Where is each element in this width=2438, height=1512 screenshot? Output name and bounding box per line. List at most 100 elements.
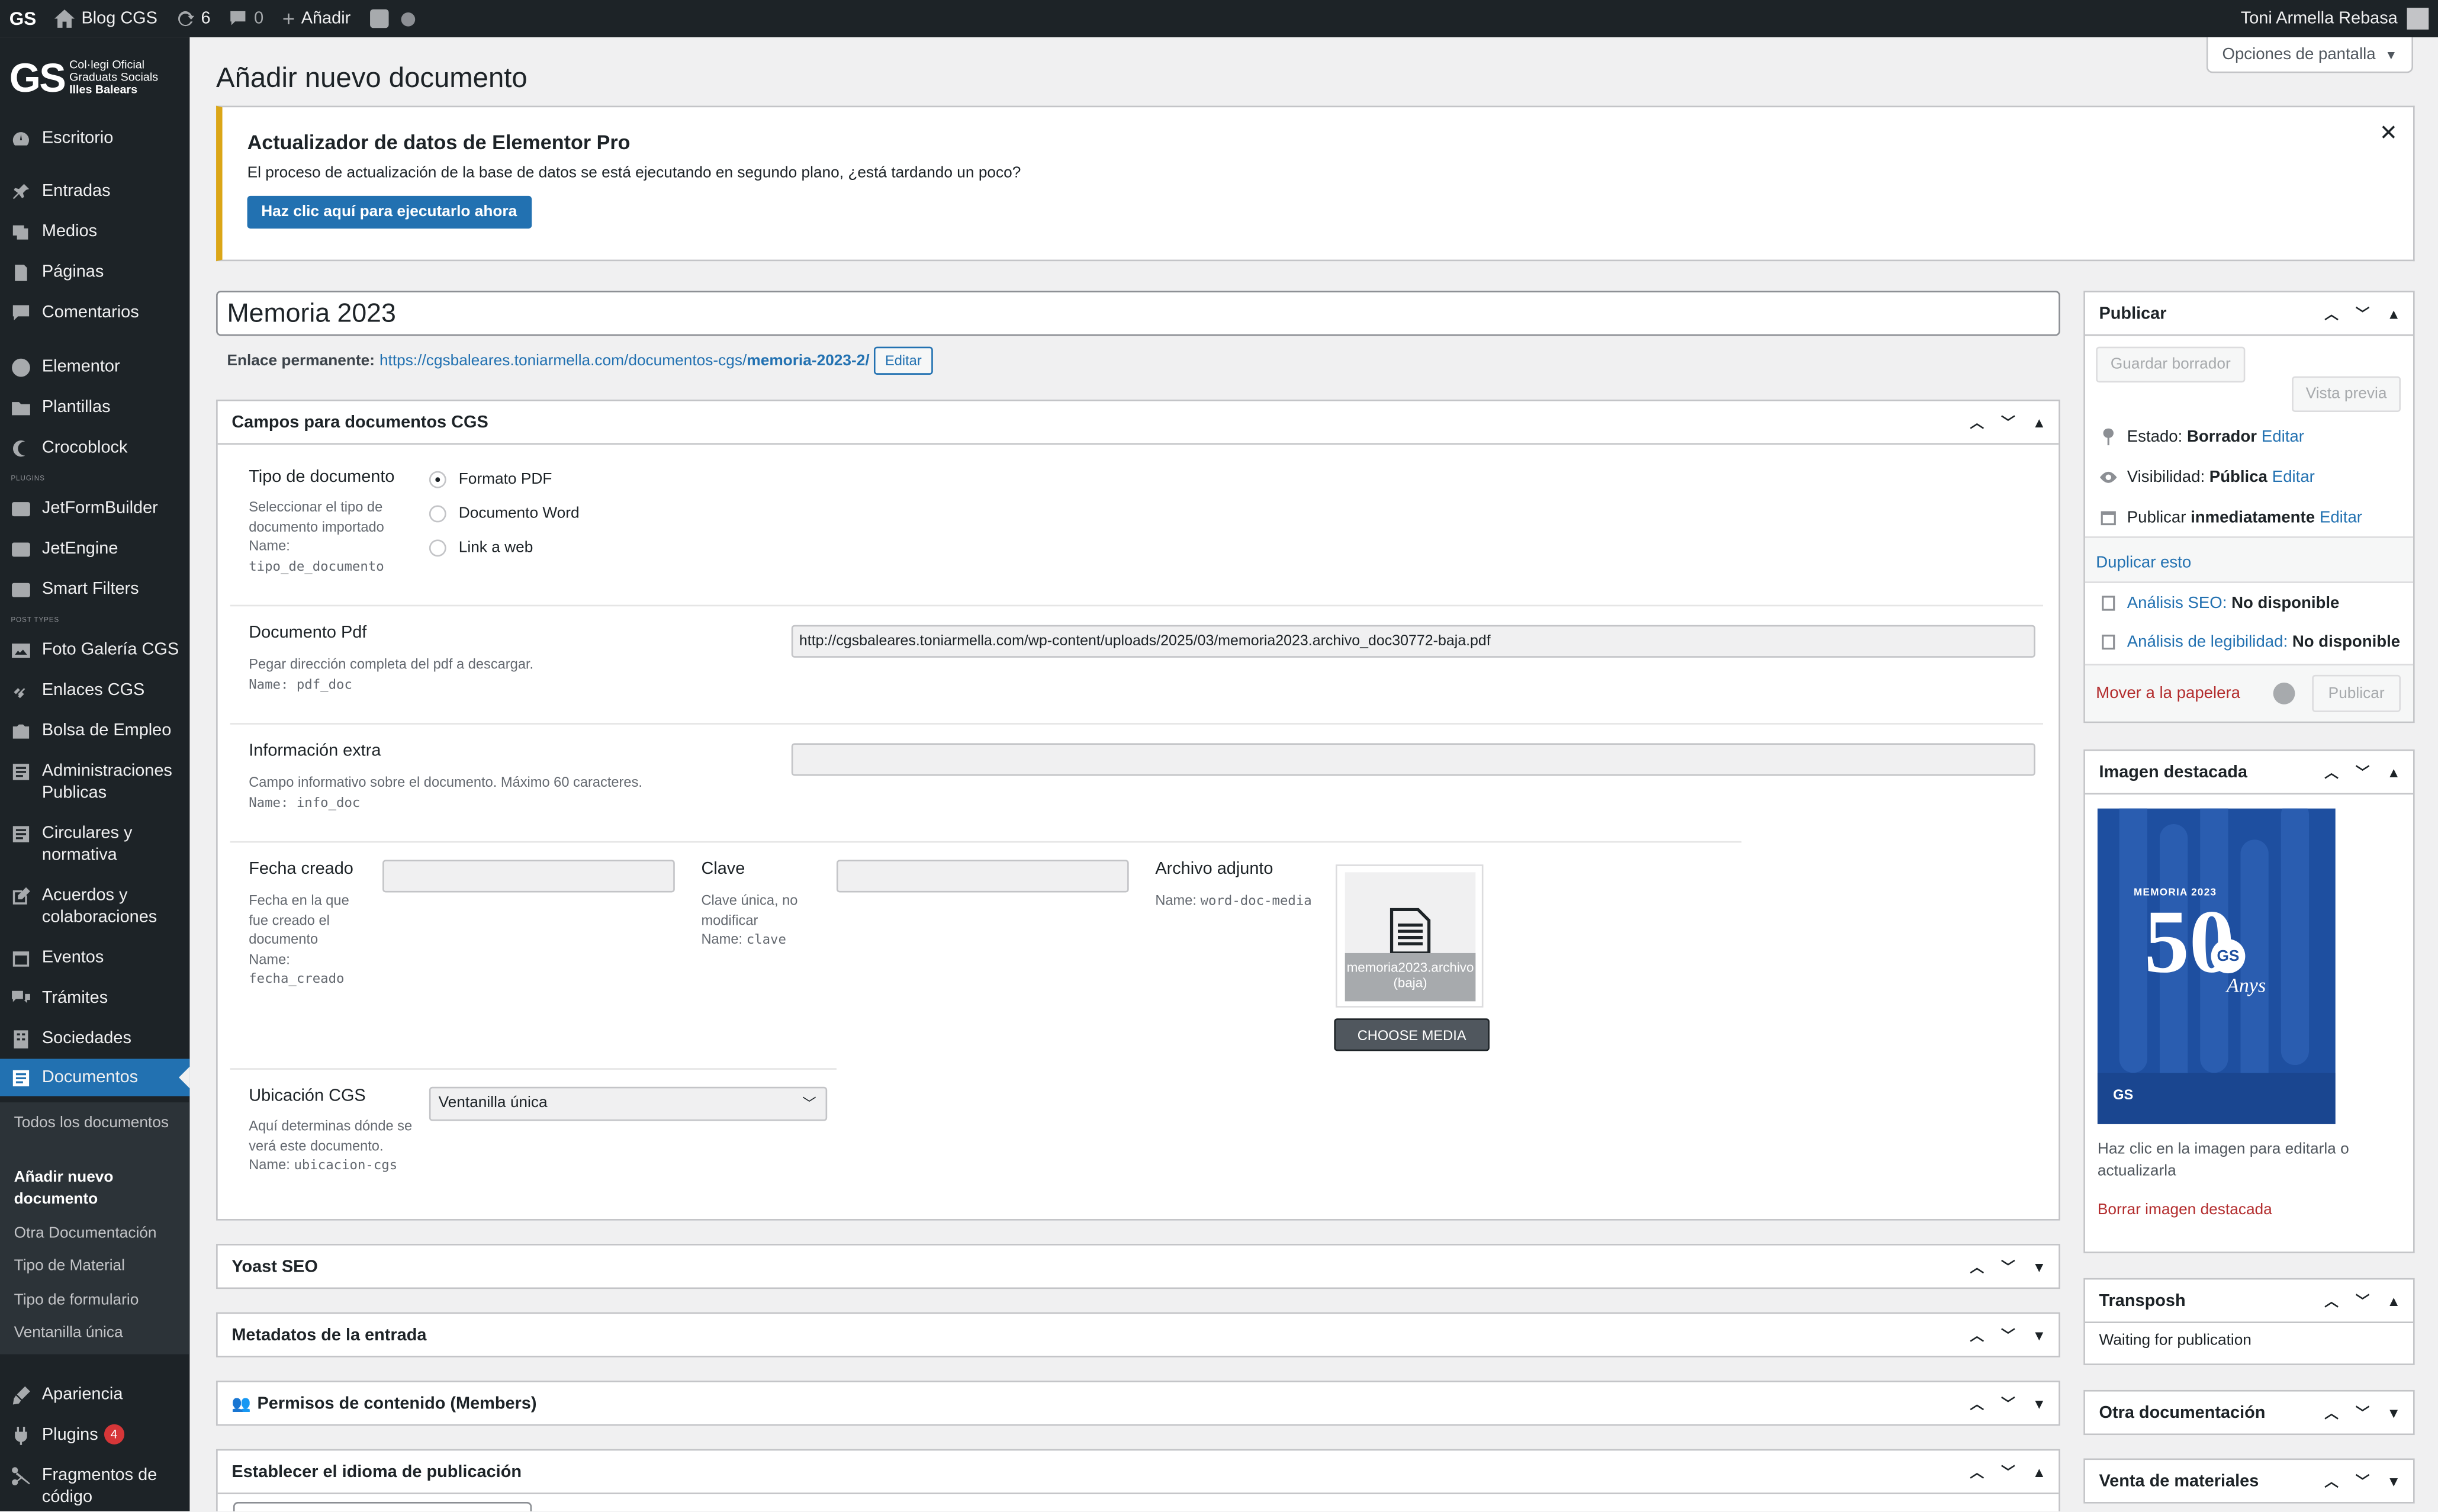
- radio-word[interactable]: Documento Word: [429, 505, 580, 523]
- chevron-down-icon[interactable]: ﹀: [1998, 1256, 2018, 1276]
- menu-foto[interactable]: Foto Galería CGS: [0, 639, 189, 661]
- menu-jetformbuilder[interactable]: JetFormBuilder: [0, 497, 189, 519]
- ubicacion-select[interactable]: Ventanilla única ﹀: [429, 1086, 828, 1121]
- chevron-up-icon[interactable]: ︿: [1967, 1393, 1987, 1413]
- seo-link[interactable]: Análisis SEO:: [2127, 593, 2227, 612]
- yoast-link[interactable]: [360, 0, 424, 37]
- toggle-arrow-icon[interactable]: ▼: [2029, 1395, 2049, 1411]
- menu-smartfilters[interactable]: Smart Filters: [0, 578, 189, 600]
- toggle-arrow-icon[interactable]: ▲: [2029, 414, 2049, 430]
- chevron-up-icon[interactable]: ︿: [2321, 1402, 2341, 1423]
- site-logo[interactable]: GS Col·legi Oficial Graduats Socials Ill…: [0, 37, 189, 118]
- toggle-arrow-icon[interactable]: ▲: [2384, 764, 2404, 780]
- toggle-arrow-icon[interactable]: ▲: [2384, 305, 2404, 321]
- chevron-down-icon[interactable]: ﹀: [2353, 1402, 2373, 1423]
- chevron-down-icon[interactable]: ﹀: [2353, 303, 2373, 323]
- chevron-up-icon[interactable]: ︿: [1967, 1325, 1987, 1345]
- wp-logo[interactable]: GS: [0, 0, 46, 37]
- permalink-link[interactable]: https://cgsbaleares.toniarmella.com/docu…: [379, 352, 870, 369]
- menu-plugins[interactable]: Plugins 4: [0, 1424, 189, 1446]
- submenu-otra[interactable]: Otra Documentación: [14, 1224, 157, 1246]
- chevron-down-icon[interactable]: ﹀: [1998, 1462, 2018, 1482]
- trash-link[interactable]: Mover a la papelera: [2096, 684, 2240, 703]
- chevron-up-icon[interactable]: ︿: [2321, 1291, 2341, 1311]
- fecha-input[interactable]: [382, 860, 675, 893]
- chevron-down-icon[interactable]: ﹀: [2353, 1291, 2373, 1311]
- screen-options-button[interactable]: Opciones de pantalla ▼: [2206, 37, 2414, 73]
- close-icon[interactable]: ✕: [2379, 120, 2398, 146]
- chevron-down-icon[interactable]: ﹀: [1998, 1393, 2018, 1413]
- save-draft-button[interactable]: Guardar borrador: [2096, 346, 2246, 383]
- site-name-link[interactable]: Blog CGS: [46, 0, 167, 37]
- menu-crocoblock[interactable]: Crocoblock: [0, 437, 189, 459]
- menu-sociedades[interactable]: Sociedades: [0, 1028, 189, 1050]
- publish-button[interactable]: Publicar: [2312, 674, 2401, 712]
- updates-link[interactable]: 6: [167, 0, 220, 37]
- toggle-arrow-icon[interactable]: ▼: [2029, 1327, 2049, 1343]
- toggle-arrow-icon[interactable]: ▼: [2384, 1405, 2404, 1420]
- chevron-down-icon[interactable]: ﹀: [2353, 762, 2373, 782]
- menu-acuerdos[interactable]: Acuerdos y colaboraciones: [0, 884, 189, 928]
- readability-link[interactable]: Análisis de legibilidad:: [2127, 632, 2288, 651]
- menu-comments[interactable]: Comentarios: [0, 302, 189, 324]
- user-menu[interactable]: Toni Armella Rebasa: [2241, 0, 2429, 37]
- chevron-up-icon[interactable]: ︿: [1967, 1256, 1987, 1276]
- submenu-tipo-material[interactable]: Tipo de Material: [14, 1256, 125, 1278]
- schedule-edit-link[interactable]: Editar: [2320, 507, 2362, 526]
- toggle-arrow-icon[interactable]: ▲: [2384, 1293, 2404, 1308]
- yoast-metabox[interactable]: Yoast SEO ︿ ﹀ ▼: [216, 1244, 2060, 1289]
- menu-bolsa[interactable]: Bolsa de Empleo: [0, 720, 189, 742]
- chevron-up-icon[interactable]: ︿: [2321, 1471, 2341, 1491]
- chevron-down-icon[interactable]: ﹀: [2353, 1471, 2373, 1491]
- submenu-anadir[interactable]: Añadir nuevo documento: [14, 1167, 154, 1211]
- notice-run-button[interactable]: Haz clic aquí para ejecutarlo ahora: [247, 195, 531, 229]
- clave-input[interactable]: [836, 860, 1129, 893]
- menu-fragmentos[interactable]: Fragmentos de código: [0, 1465, 189, 1508]
- preview-button[interactable]: Vista previa: [2292, 376, 2401, 412]
- menu-posts[interactable]: Entradas: [0, 181, 189, 202]
- featured-image[interactable]: MEMORIA 2023 50 GS Anys GS: [2097, 808, 2336, 1124]
- chevron-up-icon[interactable]: ︿: [2321, 762, 2341, 782]
- visibility-edit-link[interactable]: Editar: [2272, 467, 2315, 486]
- submenu-tipo-formulario[interactable]: Tipo de formulario: [14, 1291, 139, 1312]
- radio-pdf[interactable]: Formato PDF: [429, 471, 552, 488]
- radio-link[interactable]: Link a web: [429, 539, 533, 557]
- submenu-todos[interactable]: Todos los documentos: [14, 1113, 170, 1135]
- menu-media[interactable]: Medios: [0, 221, 189, 243]
- info-input[interactable]: [791, 743, 2035, 776]
- post-title-input[interactable]: Memoria 2023: [216, 291, 2060, 336]
- duplicate-link[interactable]: Duplicar esto: [2096, 554, 2191, 572]
- permisos-metabox[interactable]: 👥 Permisos de contenido (Members) ︿ ﹀ ▼: [216, 1381, 2060, 1426]
- menu-documentos[interactable]: Documentos: [0, 1059, 190, 1096]
- chevron-down-icon[interactable]: ﹀: [1998, 1325, 2018, 1345]
- pdf-url-input[interactable]: http://cgsbaleares.toniarmella.com/wp-co…: [791, 625, 2035, 658]
- menu-circulares[interactable]: Circulares y normativa: [0, 822, 189, 866]
- language-select[interactable]: [233, 1502, 532, 1511]
- menu-admin[interactable]: Administraciones Publicas: [0, 760, 189, 804]
- add-new-link[interactable]: + Añadir: [273, 0, 360, 37]
- menu-jetengine[interactable]: JetEngine: [0, 538, 189, 560]
- toggle-arrow-icon[interactable]: ▼: [2384, 1473, 2404, 1488]
- menu-elementor[interactable]: Elementor: [0, 356, 189, 378]
- menu-templates[interactable]: Plantillas: [0, 397, 189, 419]
- toggle-arrow-icon[interactable]: ▼: [2029, 1259, 2049, 1274]
- chevron-down-icon[interactable]: ﹀: [1998, 412, 2018, 432]
- comments-link[interactable]: 0: [220, 0, 273, 37]
- menu-enlaces[interactable]: Enlaces CGS: [0, 680, 189, 702]
- menu-dashboard[interactable]: Escritorio: [0, 127, 189, 149]
- chevron-up-icon[interactable]: ︿: [1967, 412, 1987, 432]
- menu-apariencia[interactable]: Apariencia: [0, 1384, 189, 1405]
- status-edit-link[interactable]: Editar: [2262, 427, 2304, 446]
- chevron-up-icon[interactable]: ︿: [2321, 303, 2341, 323]
- permalink-edit-button[interactable]: Editar: [874, 346, 933, 375]
- menu-eventos[interactable]: Eventos: [0, 947, 189, 969]
- chevron-up-icon[interactable]: ︿: [1967, 1462, 1987, 1482]
- submenu-ventanilla[interactable]: Ventanilla única: [14, 1323, 123, 1345]
- otra-doc-metabox[interactable]: Otra documentación ︿ ﹀ ▼: [2083, 1389, 2415, 1436]
- meta-metabox[interactable]: Metadatos de la entrada ︿ ﹀ ▼: [216, 1312, 2060, 1357]
- choose-media-button[interactable]: CHOOSE MEDIA: [1334, 1018, 1490, 1051]
- menu-pages[interactable]: Páginas: [0, 261, 189, 283]
- attachment-thumbnail[interactable]: memoria2023.archivo (baja): [1335, 864, 1484, 1008]
- idioma-metabox[interactable]: Establecer el idioma de publicación ︿ ﹀ ▲: [216, 1449, 2060, 1511]
- menu-tramites[interactable]: Trámites: [0, 987, 189, 1009]
